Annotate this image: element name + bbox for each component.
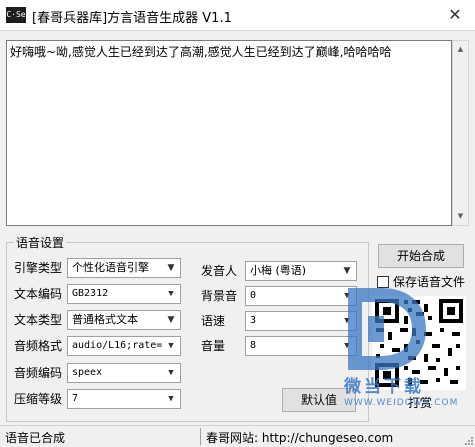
chevron-down-icon: ▼ [167,263,175,273]
audio-codec-select[interactable]: speex ▼ [67,363,181,383]
chevron-down-icon: ▼ [168,341,174,351]
title-bar[interactable]: C·Se [春哥兵器库]方言语音生成器 V1.1 ✕ [0,0,475,31]
background-sound-value: 0 [250,290,257,301]
watermark-url: WWW.WEIDOWN.COM [344,398,459,408]
start-synthesis-button[interactable]: 开始合成 [378,244,464,268]
engine-type-select[interactable]: 个性化语音引擎 ▼ [67,258,181,278]
audio-codec-label: 音频编码 [14,366,63,380]
audio-format-value: audio/L16;rate=16000 [72,340,162,351]
chevron-down-icon: ▼ [168,394,174,404]
background-sound-label: 背景音 [201,289,238,303]
website-link[interactable]: 春哥网站: http://chungeseo.com [206,429,393,446]
speaker-value: 小梅 (粤语) [250,264,307,277]
compression-level-label: 压缩等级 [14,392,63,406]
window-title: [春哥兵器库]方言语音生成器 V1.1 [32,11,232,26]
speaker-label: 发音人 [201,264,238,278]
voice-settings-label: 语音设置 [14,234,67,251]
engine-type-label: 引擎类型 [14,261,63,275]
chevron-down-icon: ▼ [167,315,175,325]
text-type-label: 文本类型 [14,313,63,327]
status-bar: 语音已合成 春哥网站: http://chungeseo.com [0,425,475,447]
app-icon: C·Se [6,7,26,23]
scroll-down-icon[interactable]: ▼ [453,208,468,225]
compression-level-select[interactable]: 7 ▼ [67,389,181,409]
text-input[interactable]: 好嗨哦~呦,感觉人生已经到达了高潮,感觉人生已经到达了巅峰,哈哈哈哈 [6,40,452,226]
speed-label: 语速 [201,314,226,328]
speed-value: 3 [250,315,257,326]
audio-codec-value: speex [72,367,103,378]
text-encoding-select[interactable]: GB2312 ▼ [67,284,181,304]
chevron-down-icon: ▼ [168,289,174,299]
audio-format-select[interactable]: audio/L16;rate=16000 ▼ [67,336,181,356]
text-type-value: 普通格式文本 [72,313,138,326]
text-encoding-label: 文本编码 [14,287,63,301]
close-icon[interactable]: ✕ [435,0,475,30]
watermark-text: 微当下载 [344,377,424,397]
resize-grip-icon[interactable] [463,435,473,445]
status-divider [200,428,201,445]
engine-type-value: 个性化语音引擎 [72,261,149,274]
scroll-up-icon[interactable]: ▲ [453,41,468,58]
text-encoding-value: GB2312 [72,288,109,299]
compression-level-value: 7 [72,393,79,404]
volume-label: 音量 [201,339,226,353]
text-type-select[interactable]: 普通格式文本 ▼ [67,310,181,330]
audio-format-label: 音频格式 [14,339,63,353]
chevron-down-icon: ▼ [168,368,174,378]
text-scrollbar[interactable]: ▲ ▼ [452,40,469,226]
status-message: 语音已合成 [5,431,66,445]
volume-value: 8 [250,340,257,351]
